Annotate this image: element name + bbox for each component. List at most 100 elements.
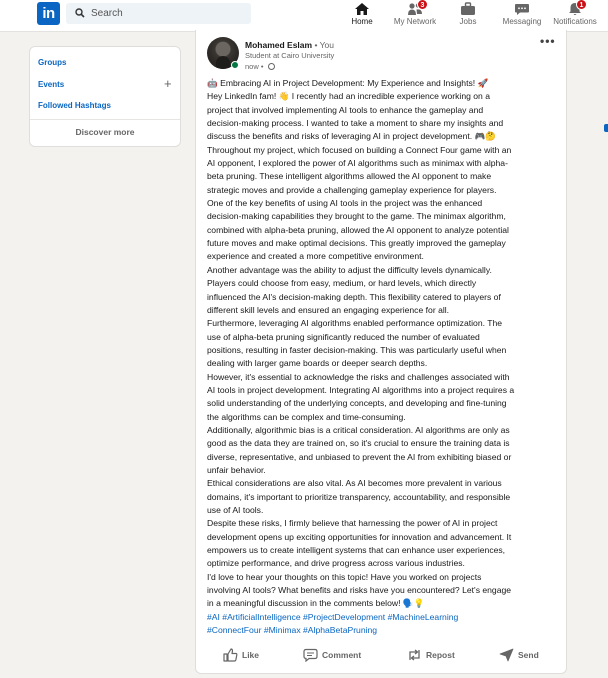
hashtag-line: #AI #ArtificialIntelligence #ProjectDeve… xyxy=(207,611,557,624)
nav-home[interactable]: Home xyxy=(346,0,378,32)
online-status-indicator xyxy=(231,61,239,69)
post-text-line: good as the data they are trained on, so… xyxy=(207,438,510,449)
post-text-line: AI tools in project development. Integra… xyxy=(207,384,515,395)
sidebar-events-link[interactable]: Events xyxy=(38,80,64,89)
post-text-line: AI opponent, I explored the power of AI … xyxy=(207,158,508,169)
hashtag[interactable]: #AI xyxy=(207,612,220,622)
post-text-line: discuss the benefits and risks of levera… xyxy=(207,131,496,142)
post-text-line: decision-making process. I wanted to tak… xyxy=(207,118,504,129)
nav-jobs[interactable]: Jobs xyxy=(452,0,484,32)
post-text-line: I'd love to hear your thoughts on this t… xyxy=(207,571,482,582)
post-text-line: project that involved implementing AI to… xyxy=(207,104,484,115)
more-options-button[interactable]: ••• xyxy=(540,34,556,48)
like-icon xyxy=(223,648,238,662)
search-box[interactable] xyxy=(66,3,251,24)
post-text-line: domains, it's important to prioritize tr… xyxy=(207,491,511,502)
post-text-line: development opens up exciting opportunit… xyxy=(207,531,512,542)
post-text-line: Hey LinkedIn fam! 👋 I recently had an in… xyxy=(207,91,490,102)
sidebar-divider xyxy=(30,119,180,120)
briefcase-icon xyxy=(461,2,475,15)
like-label: Like xyxy=(242,650,260,660)
post-text-line: use of alpha-beta pruning significantly … xyxy=(207,331,480,342)
post-text-line: Throughout my project, which focused on … xyxy=(207,144,512,155)
hashtag[interactable]: #ProjectDevelopment xyxy=(303,612,385,622)
add-event-button[interactable]: + xyxy=(164,77,172,90)
nav-notifications-label: Notifications xyxy=(553,17,597,26)
hashtags: #AI #ArtificialIntelligence #ProjectDeve… xyxy=(207,611,557,638)
post-card: Mohamed Eslam • You Student at Cairo Uni… xyxy=(195,30,567,674)
messaging-icon xyxy=(515,4,529,15)
hashtag[interactable]: #ConnectFour xyxy=(207,625,261,635)
linkedin-logo[interactable]: in xyxy=(37,2,60,25)
notifications-badge: 1 xyxy=(576,0,587,10)
post-text-line: Despite these risks, I firmly believe th… xyxy=(207,518,498,529)
sidebar-hashtags-link[interactable]: Followed Hashtags xyxy=(38,101,111,110)
nav-my-network-label: My Network xyxy=(393,17,437,26)
post-text-line: influenced the AI's decision-making dept… xyxy=(207,291,501,302)
top-nav: in Home 3 My Network Jobs Messaging 1 No… xyxy=(0,0,608,32)
post-text-line: use of AI tools. xyxy=(207,505,264,515)
nav-messaging-label: Messaging xyxy=(502,17,542,26)
nav-my-network[interactable]: 3 My Network xyxy=(391,0,439,32)
repost-button[interactable]: Repost xyxy=(407,646,467,664)
post-text-line: different skill levels and ensured an en… xyxy=(207,304,450,315)
like-button[interactable]: Like xyxy=(223,646,273,664)
hashtag[interactable]: #ArtificialIntelligence xyxy=(222,612,300,622)
send-label: Send xyxy=(518,650,539,660)
sidebar-card: Groups Events + Followed Hashtags Discov… xyxy=(29,46,181,147)
post-text-line: However, it's essential to acknowledge t… xyxy=(207,371,510,382)
comment-icon xyxy=(303,648,318,662)
post-text-line: unfair behavior. xyxy=(207,464,266,475)
author-name[interactable]: Mohamed Eslam xyxy=(245,40,312,50)
send-icon xyxy=(499,648,514,662)
post-text-line: future moves and make optimal decisions.… xyxy=(207,238,506,249)
post-actions: Like Comment Repost Send xyxy=(196,644,566,666)
search-icon xyxy=(75,8,85,18)
post-text-line: dealing with larger game boards or deepe… xyxy=(207,358,428,369)
post-body: 🤖 Embracing AI in Project Development: M… xyxy=(207,77,557,611)
edge-indicator xyxy=(604,124,608,132)
author-you-tag: • You xyxy=(312,40,334,50)
post-text-line: 🤖 Embracing AI in Project Development: M… xyxy=(207,78,489,88)
hashtag[interactable]: #MachineLearning xyxy=(388,612,459,622)
post-text-line: experience and created a more competitiv… xyxy=(207,251,424,262)
nav-messaging[interactable]: Messaging xyxy=(499,0,545,32)
post-text-line: in a meaningful discussion in the commen… xyxy=(207,598,425,609)
post-text-line: Another advantage was the ability to adj… xyxy=(207,264,492,275)
post-text-line: Ethical considerations are also vital. A… xyxy=(207,478,502,489)
post-text-line: Players could choose from easy, medium, … xyxy=(207,278,477,289)
post-author[interactable]: Mohamed Eslam • You xyxy=(245,40,334,50)
sidebar-groups-link[interactable]: Groups xyxy=(38,58,66,67)
nav-notifications[interactable]: 1 Notifications xyxy=(550,0,600,32)
post-text-line: diverse, representative, and unbiased to… xyxy=(207,451,512,462)
author-headline: Student at Cairo University xyxy=(245,51,335,60)
post-text-line: positions, resulting in faster decision-… xyxy=(207,344,507,355)
network-badge: 3 xyxy=(417,0,428,10)
post-text-line: One of the key benefits of using AI tool… xyxy=(207,198,483,209)
post-text-line: combined with alpha-beta pruning, allowe… xyxy=(207,224,509,235)
post-text-line: decision-making capabilities they brough… xyxy=(207,211,506,222)
hashtag-line: #ConnectFour #Minimax #AlphaBetaPruning xyxy=(207,624,557,637)
post-text-line: beta pruning. These intelligent algorith… xyxy=(207,171,492,182)
hashtag[interactable]: #Minimax xyxy=(264,625,301,635)
nav-jobs-label: Jobs xyxy=(459,17,477,26)
post-text-line: Furthermore, leveraging AI algorithms en… xyxy=(207,318,503,329)
post-text-line: involving AI tools? What benefits and ri… xyxy=(207,585,512,596)
search-input[interactable] xyxy=(91,5,246,22)
hashtag[interactable]: #AlphaBetaPruning xyxy=(303,625,377,635)
repost-icon xyxy=(409,649,420,661)
nav-home-label: Home xyxy=(351,17,373,26)
post-text-line: the algorithms can be complex and time-c… xyxy=(207,411,406,422)
send-button[interactable]: Send xyxy=(499,646,549,664)
post-time-label: now • xyxy=(245,62,266,71)
post-time: now • xyxy=(245,62,275,71)
home-icon xyxy=(355,3,369,15)
globe-icon xyxy=(267,63,275,70)
post-text-line: strategic moves and provide a challengin… xyxy=(207,184,497,195)
post-text-line: empowers us to create intelligent system… xyxy=(207,545,506,556)
comment-button[interactable]: Comment xyxy=(303,646,373,664)
repost-label: Repost xyxy=(426,650,455,660)
discover-more-button[interactable]: Discover more xyxy=(30,127,180,137)
comment-label: Comment xyxy=(322,650,362,660)
post-text-line: optimize performance, and drive progress… xyxy=(207,558,465,569)
